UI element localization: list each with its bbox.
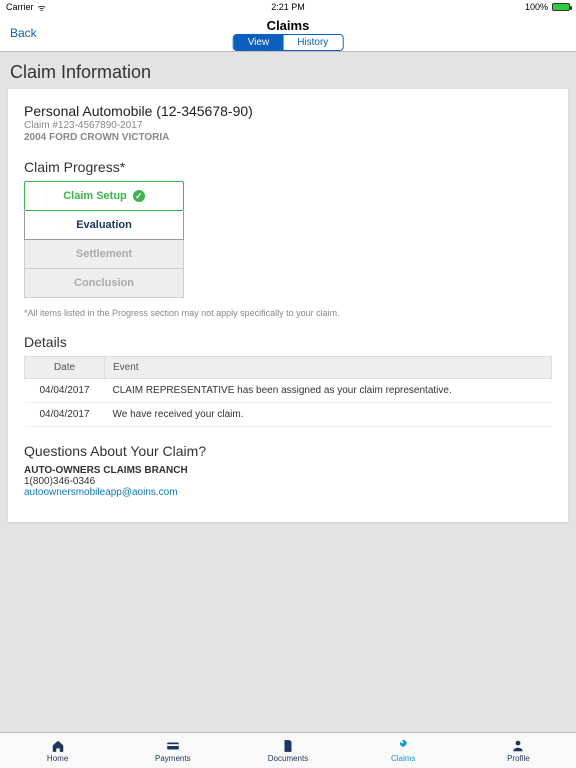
card-icon: [165, 739, 181, 753]
row-date: 04/04/2017: [25, 403, 105, 427]
table-row: 04/04/2017 CLAIM REPRESENTATIVE has been…: [25, 379, 552, 403]
tab-payments[interactable]: Payments: [115, 733, 230, 768]
tab-documents[interactable]: Documents: [230, 733, 345, 768]
carrier-label: Carrier: [6, 2, 34, 12]
tab-profile-label: Profile: [507, 754, 530, 763]
step-conclusion: Conclusion: [24, 269, 184, 298]
segmented-control: View History: [233, 34, 344, 51]
back-button[interactable]: Back: [10, 26, 37, 40]
claim-type: Personal Automobile (12-345678-90): [24, 103, 552, 119]
row-event: CLAIM REPRESENTATIVE has been assigned a…: [105, 379, 552, 403]
row-date: 04/04/2017: [25, 379, 105, 403]
check-icon: ✓: [133, 190, 145, 202]
table-row: 04/04/2017 We have received your claim.: [25, 403, 552, 427]
wifi-icon: ᯤ: [38, 1, 46, 14]
battery-pct: 100%: [525, 2, 548, 12]
tab-bar: Home Payments Documents Claims Profile: [0, 732, 576, 768]
nav-title: Claims: [267, 18, 310, 33]
status-time: 2:21 PM: [271, 2, 305, 12]
step-evaluation: Evaluation: [24, 211, 184, 240]
details-heading: Details: [24, 334, 552, 350]
contact-phone[interactable]: 1(800)346-0346: [24, 476, 552, 487]
tab-payments-label: Payments: [155, 754, 191, 763]
document-icon: [280, 739, 296, 753]
person-icon: [510, 739, 526, 753]
battery-icon: [552, 3, 570, 11]
contact-email[interactable]: autoownersmobileapp@aoins.com: [24, 487, 552, 498]
tab-home[interactable]: Home: [0, 733, 115, 768]
home-icon: [50, 739, 66, 753]
tab-home-label: Home: [47, 754, 68, 763]
tab-claims[interactable]: Claims: [346, 733, 461, 768]
contact-heading: Questions About Your Claim?: [24, 443, 552, 459]
tools-icon: [395, 739, 411, 753]
claim-vehicle: 2004 FORD CROWN VICTORIA: [24, 132, 552, 143]
claim-number: Claim #123-4567890-2017: [24, 120, 552, 131]
col-date: Date: [25, 357, 105, 379]
tab-documents-label: Documents: [268, 754, 308, 763]
seg-view[interactable]: View: [234, 35, 284, 50]
status-bar: Carrier ᯤ 2:21 PM 100%: [0, 0, 576, 14]
tab-claims-label: Claims: [391, 754, 415, 763]
step-setup-label: Claim Setup: [63, 190, 127, 202]
col-event: Event: [105, 357, 552, 379]
step-setup: Claim Setup ✓: [24, 181, 184, 211]
progress-heading: Claim Progress*: [24, 159, 552, 175]
row-event: We have received your claim.: [105, 403, 552, 427]
details-table: Date Event 04/04/2017 CLAIM REPRESENTATI…: [24, 356, 552, 427]
contact-branch: AUTO-OWNERS CLAIMS BRANCH: [24, 465, 552, 476]
seg-history[interactable]: History: [283, 35, 342, 50]
step-settlement: Settlement: [24, 240, 184, 269]
page-body: Claim Information Personal Automobile (1…: [0, 52, 576, 732]
claim-card: Personal Automobile (12-345678-90) Claim…: [8, 89, 568, 522]
progress-disclaimer: *All items listed in the Progress sectio…: [24, 308, 444, 318]
progress-widget: Claim Setup ✓ Evaluation Settlement Concl…: [24, 181, 184, 298]
tab-profile[interactable]: Profile: [461, 733, 576, 768]
nav-bar: Claims Back View History: [0, 14, 576, 52]
page-title: Claim Information: [0, 52, 576, 89]
